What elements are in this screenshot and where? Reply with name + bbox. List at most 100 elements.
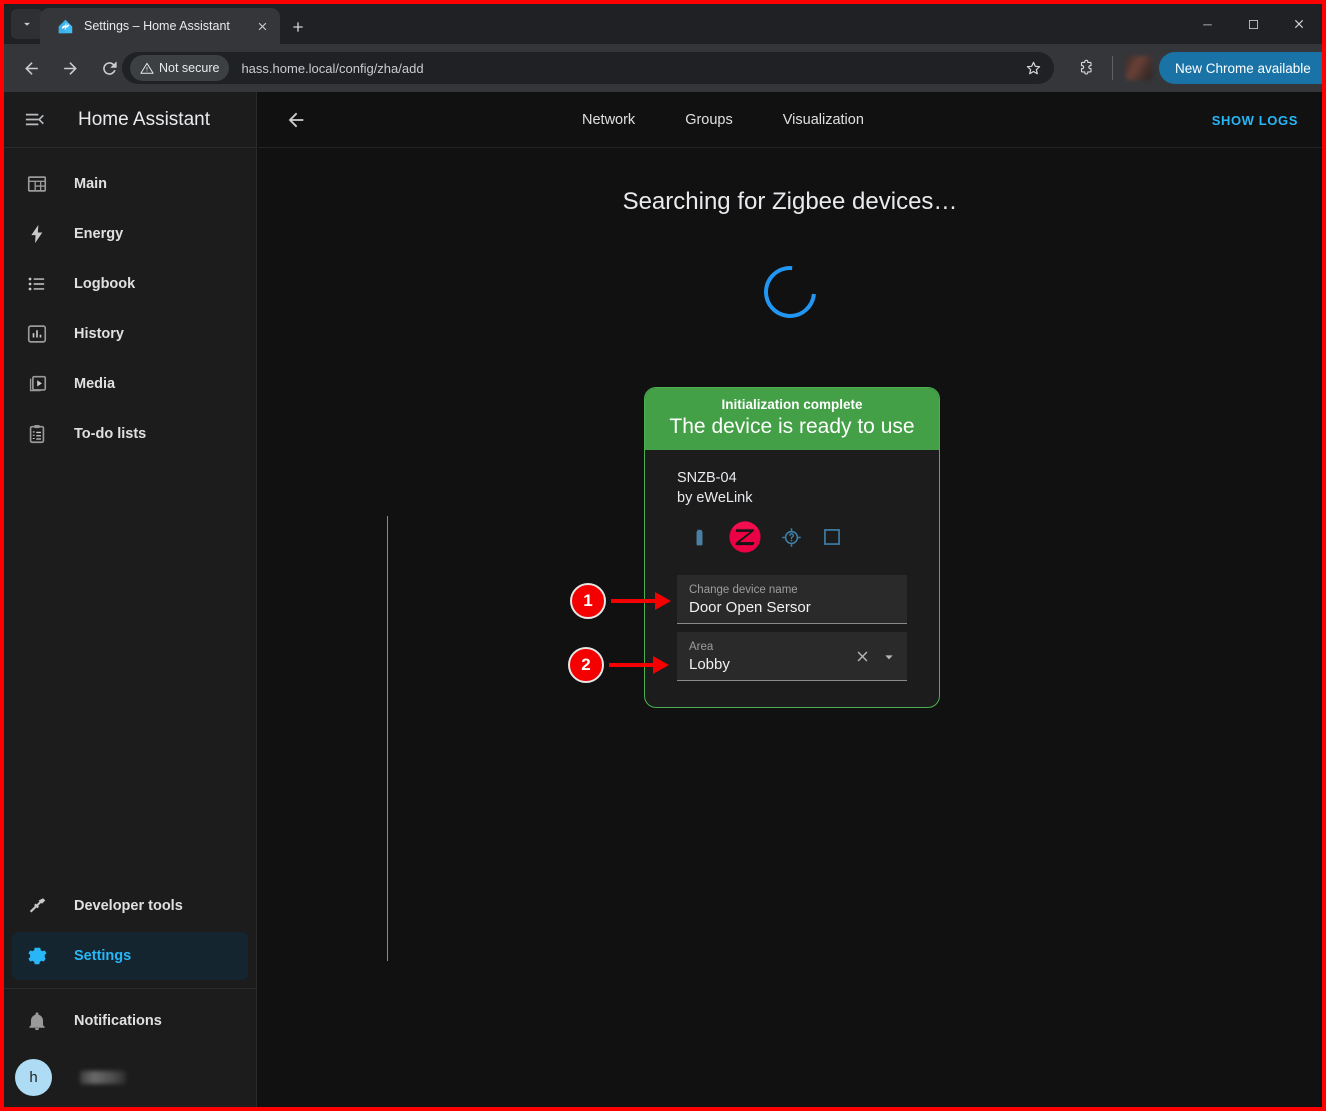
browser-window: Settings – Home Assistant Not secure has… — [4, 4, 1322, 1107]
sidebar-item-history[interactable]: History — [12, 310, 248, 358]
sidebar-bottom-items: Developer tools Settings — [4, 880, 256, 982]
main-content: Network Groups Visualization SHOW LOGS S… — [258, 92, 1322, 1107]
browser-tab[interactable]: Settings – Home Assistant — [40, 8, 280, 44]
sidebar-item-label: Developer tools — [74, 898, 183, 914]
sidebar-divider — [4, 988, 256, 989]
back-button[interactable] — [14, 51, 48, 85]
sidebar-item-logbook[interactable]: Logbook — [12, 260, 248, 308]
arrow-left-icon — [288, 112, 304, 127]
toolbar-divider — [1112, 56, 1113, 80]
sidebar-item-energy[interactable]: Energy — [12, 210, 248, 258]
sidebar-item-label: To-do lists — [74, 426, 147, 442]
user-name-redacted — [80, 1070, 126, 1084]
tab-search-button[interactable] — [11, 9, 43, 39]
tab-groups[interactable]: Groups — [685, 112, 733, 128]
sidebar-user[interactable]: h — [4, 1047, 256, 1107]
bell-icon — [25, 1009, 49, 1033]
sidebar-item-label: Media — [74, 376, 116, 392]
sidebar-item-media[interactable]: Media — [12, 360, 248, 408]
area-field[interactable]: Area Lobby — [677, 632, 907, 681]
device-name-field[interactable]: Change device name Door Open Sersor — [677, 575, 907, 624]
device-name-input[interactable]: Door Open Sersor — [689, 599, 895, 616]
reload-icon — [102, 60, 117, 75]
sidebar-item-label: Notifications — [74, 1013, 162, 1029]
loading-spinner — [753, 255, 827, 329]
menu-open-icon[interactable] — [18, 104, 50, 136]
bookmark-button[interactable] — [1019, 54, 1047, 82]
chevron-down-icon[interactable] — [881, 649, 897, 670]
device-status-subtitle: Initialization complete — [721, 397, 863, 412]
sidebar-item-label: History — [74, 326, 124, 342]
sidebar-item-label: Energy — [74, 226, 124, 242]
lightning-bolt-icon — [25, 222, 49, 246]
close-button[interactable] — [1276, 4, 1322, 44]
show-logs-button[interactable]: SHOW LOGS — [1212, 92, 1298, 148]
view-dashboard-icon — [25, 172, 49, 196]
forward-button[interactable] — [53, 51, 87, 85]
square-outline-icon — [821, 526, 843, 553]
clipboard-list-icon — [25, 422, 49, 446]
alignment-guide-line — [387, 516, 388, 961]
address-bar[interactable]: Not secure hass.home.local/config/zha/ad… — [122, 52, 1054, 84]
reload-button[interactable] — [92, 51, 126, 85]
device-status-title: The device is ready to use — [669, 415, 915, 438]
annotation-arrow-2 — [609, 656, 671, 674]
device-card-body: SNZB-04 by eWeLink Change device name Do… — [645, 450, 939, 707]
site-security-label: Not secure — [159, 61, 220, 75]
window-controls — [1184, 4, 1322, 44]
battery-icon — [689, 527, 710, 553]
home-assistant-app: Home Assistant Main Energy Logbook Histo… — [4, 92, 1322, 1107]
sidebar-item-label: Settings — [74, 948, 132, 964]
forward-arrow-icon — [63, 61, 77, 75]
page-title: Searching for Zigbee devices… — [622, 188, 958, 215]
sidebar-header: Home Assistant — [4, 92, 256, 148]
tab-network[interactable]: Network — [582, 112, 635, 128]
tab-strip: Settings – Home Assistant — [4, 4, 1322, 44]
sidebar-item-label: Main — [74, 176, 108, 192]
annotation-arrow-1 — [611, 592, 673, 610]
sidebar-item-notifications[interactable]: Notifications — [12, 997, 248, 1045]
sidebar-item-todo-lists[interactable]: To-do lists — [12, 410, 248, 458]
zigbee-logo-icon — [728, 520, 762, 559]
site-security-chip[interactable]: Not secure — [130, 55, 230, 81]
home-assistant-logo-icon — [56, 17, 74, 35]
annotation-marker-1: 1 — [570, 583, 606, 619]
minimize-button[interactable] — [1184, 4, 1230, 44]
three-dots-icon[interactable] — [1317, 60, 1322, 76]
hammer-icon — [25, 894, 49, 918]
new-tab-button[interactable] — [285, 14, 311, 40]
sidebar-items: Main Energy Logbook History Media To-do … — [4, 148, 256, 460]
device-capability-icons — [677, 520, 907, 559]
discovered-device-card: Initialization complete The device is re… — [644, 387, 940, 708]
back-arrow-icon — [24, 61, 38, 75]
extensions-button[interactable] — [1072, 54, 1100, 82]
sidebar-item-main[interactable]: Main — [12, 160, 248, 208]
device-model: SNZB-04 — [677, 470, 737, 486]
avatar: h — [15, 1058, 52, 1096]
zha-add-device-panel: Searching for Zigbee devices… Initializa… — [258, 148, 1322, 1107]
maximize-button[interactable] — [1230, 4, 1276, 44]
profile-avatar[interactable] — [1126, 56, 1152, 80]
device-name-label: Change device name — [689, 584, 798, 596]
minimize-icon — [1202, 24, 1212, 25]
warning-triangle-icon — [140, 62, 154, 74]
close-icon — [1294, 19, 1304, 29]
page-toolbar: Network Groups Visualization SHOW LOGS — [258, 92, 1322, 148]
tab-visualization[interactable]: Visualization — [783, 112, 864, 128]
clear-icon[interactable] — [854, 648, 871, 670]
sidebar-item-settings[interactable]: Settings — [12, 932, 248, 980]
sidebar: Home Assistant Main Energy Logbook Histo… — [4, 92, 257, 1107]
sidebar-item-developer-tools[interactable]: Developer tools — [12, 882, 248, 930]
star-icon — [1026, 61, 1040, 74]
device-status-header: Initialization complete The device is re… — [645, 388, 939, 450]
chrome-update-button[interactable]: New Chrome available — [1159, 52, 1322, 84]
plus-icon — [293, 22, 303, 32]
device-fields: Change device name Door Open Sersor Area… — [677, 575, 907, 681]
chevron-down-icon — [24, 22, 30, 26]
annotation-marker-2: 2 — [568, 647, 604, 683]
area-field-actions — [854, 648, 897, 670]
chart-box-icon — [25, 322, 49, 346]
page-back-button[interactable] — [278, 102, 314, 138]
tab-close-icon[interactable] — [252, 16, 272, 36]
